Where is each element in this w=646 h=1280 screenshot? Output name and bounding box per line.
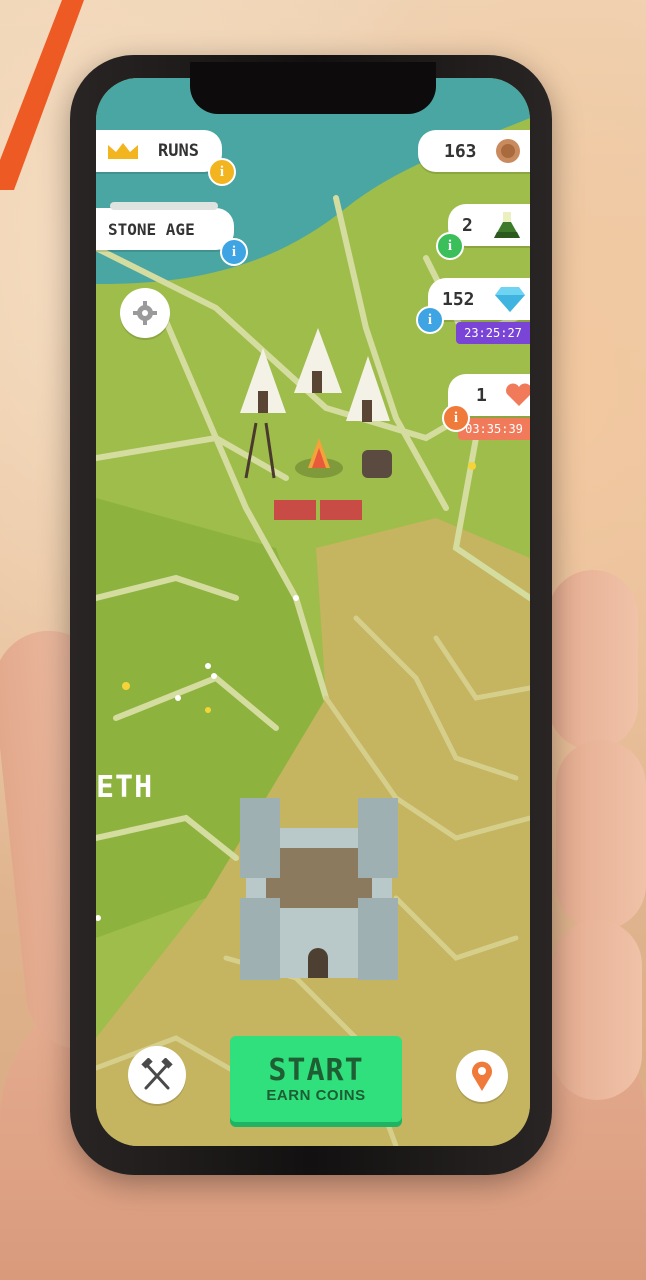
potions-info-icon[interactable]: i xyxy=(436,232,464,260)
runs-pill[interactable]: RUNS xyxy=(96,130,222,172)
settings-button[interactable] xyxy=(120,288,170,338)
gems-value: 152 xyxy=(442,288,475,310)
coin-icon xyxy=(495,139,520,163)
game-screen: ETH RUNS i STONE AGE i 163 2 i 152 23:25… xyxy=(96,78,530,1146)
phone-notch xyxy=(190,62,436,114)
hand-finger xyxy=(548,570,638,750)
tools-button[interactable] xyxy=(128,1046,186,1104)
gems-pill[interactable]: 152 xyxy=(428,278,530,320)
gems-info-icon[interactable]: i xyxy=(416,306,444,334)
diamond-icon xyxy=(494,287,525,312)
hand-finger xyxy=(552,920,642,1100)
location-button[interactable] xyxy=(456,1050,508,1102)
lives-info-icon[interactable]: i xyxy=(442,404,470,432)
district-label: ETH xyxy=(96,770,154,805)
flask-icon xyxy=(493,212,520,238)
heart-icon xyxy=(505,383,530,406)
age-progress-bar xyxy=(110,202,218,210)
coins-pill[interactable]: 163 xyxy=(418,130,530,172)
runs-label: RUNS xyxy=(158,141,199,161)
runs-info-icon[interactable]: i xyxy=(208,158,236,186)
age-label: STONE AGE xyxy=(108,219,195,239)
crown-icon xyxy=(108,143,138,159)
earn-coins-label: EARN COINS xyxy=(266,1086,366,1104)
map-pin-icon xyxy=(472,1061,492,1091)
age-pill[interactable]: STONE AGE xyxy=(96,208,234,250)
potions-value: 2 xyxy=(462,214,473,236)
start-button[interactable]: START EARN COINS xyxy=(230,1036,402,1122)
hand-finger xyxy=(556,740,646,930)
lives-value: 1 xyxy=(476,384,487,406)
start-label: START xyxy=(268,1052,364,1088)
crossed-hammers-icon xyxy=(141,1058,173,1090)
age-info-icon[interactable]: i xyxy=(220,238,248,266)
gear-icon xyxy=(133,301,157,325)
gems-timer: 23:25:27 xyxy=(456,322,530,344)
coins-value: 163 xyxy=(444,140,477,162)
